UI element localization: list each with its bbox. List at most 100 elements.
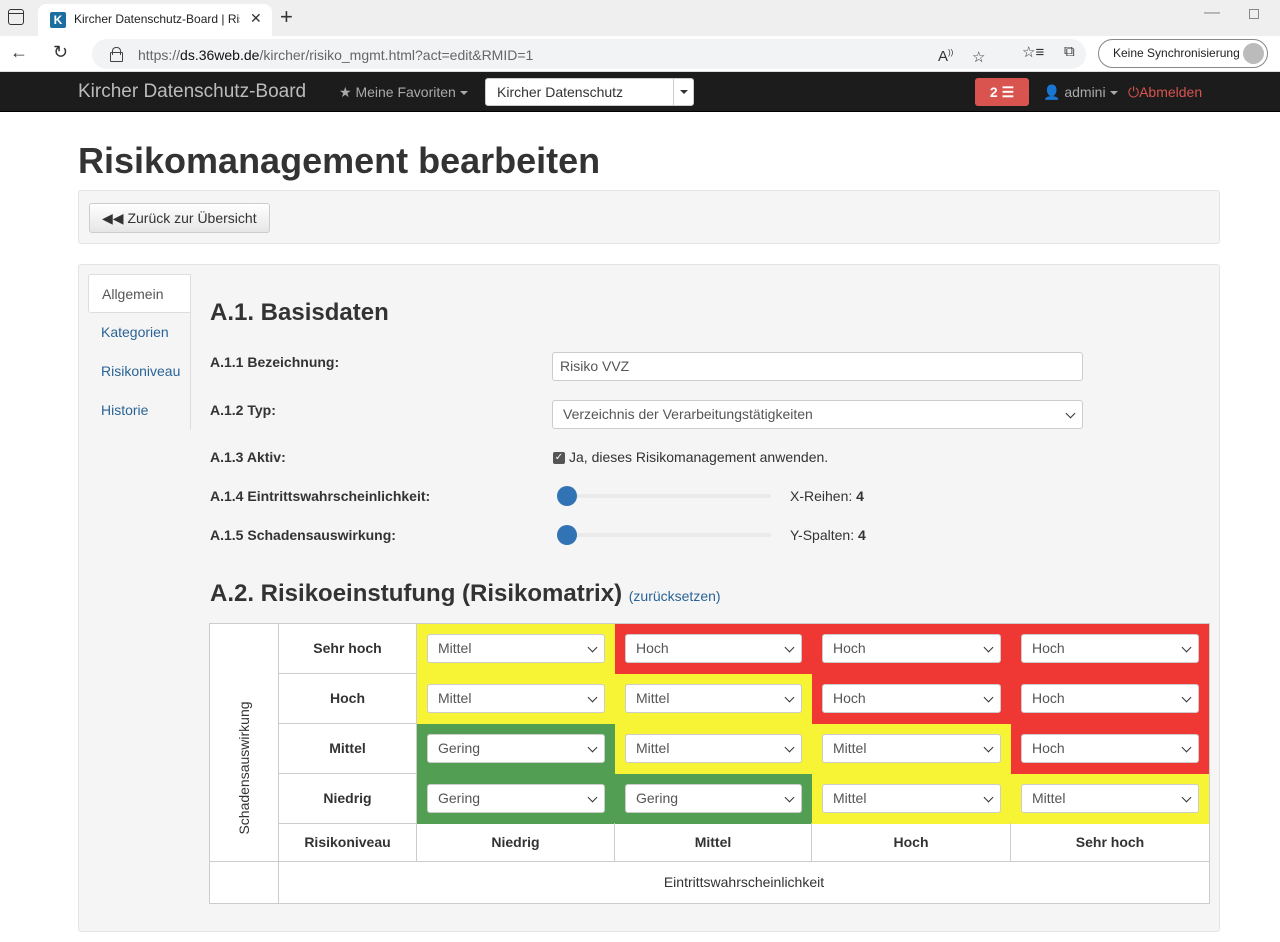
risk-level-select[interactable]: Hoch bbox=[822, 634, 1001, 663]
chevron-down-icon bbox=[1181, 642, 1192, 653]
matrix-row-header: Hoch bbox=[279, 674, 417, 724]
risk-level-value: Hoch bbox=[1032, 640, 1065, 656]
risk-level-select[interactable]: Mittel bbox=[427, 634, 605, 663]
risk-level-select[interactable]: Hoch bbox=[822, 684, 1001, 713]
matrix-col-header: Hoch bbox=[812, 823, 1011, 862]
matrix-cell: Mittel bbox=[1011, 774, 1209, 824]
risk-level-select[interactable]: Hoch bbox=[1021, 684, 1199, 713]
avatar-icon bbox=[1243, 43, 1264, 64]
list-icon: ☰ bbox=[1001, 84, 1015, 100]
chevron-down-icon bbox=[784, 692, 795, 703]
toolbar-well: ◀◀ Zurück zur Übersicht bbox=[78, 190, 1220, 244]
matrix-corner-label: Risikoniveau bbox=[279, 823, 417, 862]
chevron-down-icon bbox=[1181, 692, 1192, 703]
matrix-row-header: Sehr hoch bbox=[279, 624, 417, 674]
risk-level-value: Hoch bbox=[1032, 740, 1065, 756]
back-button[interactable]: ◀◀ Zurück zur Übersicht bbox=[89, 203, 270, 233]
browser-tab-bar: K Kircher Datenschutz-Board | Risiko ✕ +… bbox=[0, 0, 1280, 36]
chevron-down-icon bbox=[1181, 792, 1192, 803]
matrix-cell: Mittel bbox=[812, 774, 1011, 824]
matrix-cell: Hoch bbox=[812, 624, 1011, 674]
aktiv-label: A.1.3 Aktiv: bbox=[210, 449, 286, 465]
matrix-cell: Hoch bbox=[1011, 724, 1209, 774]
schaden-slider-thumb[interactable] bbox=[557, 525, 577, 545]
side-nav-item-historie[interactable]: Historie bbox=[88, 391, 191, 430]
reload-icon[interactable]: ↻ bbox=[53, 42, 68, 63]
risk-level-value: Hoch bbox=[833, 640, 866, 656]
chevron-down-icon bbox=[784, 742, 795, 753]
risk-level-select[interactable]: Hoch bbox=[1021, 734, 1199, 763]
matrix-cell: Mittel bbox=[615, 674, 812, 724]
risk-level-select[interactable]: Hoch bbox=[625, 634, 802, 663]
side-nav-item-allgemein[interactable]: Allgemein bbox=[88, 274, 191, 313]
eintritt-slider-thumb[interactable] bbox=[557, 486, 577, 506]
risk-level-value: Mittel bbox=[1032, 790, 1066, 806]
user-menu[interactable]: 👤 admini bbox=[1043, 84, 1118, 101]
user-icon: 👤 bbox=[1043, 84, 1061, 100]
risk-level-select[interactable]: Gering bbox=[625, 784, 802, 813]
window-icon[interactable] bbox=[8, 9, 24, 25]
aktiv-checkbox-label[interactable]: Ja, dieses Risikomanagement anwenden. bbox=[569, 449, 828, 465]
browser-tab[interactable]: K Kircher Datenschutz-Board | Risiko ✕ bbox=[38, 4, 272, 36]
brand-link[interactable]: Kircher Datenschutz-Board bbox=[78, 81, 306, 103]
risk-level-select[interactable]: Mittel bbox=[822, 784, 1001, 813]
matrix-cell: Gering bbox=[615, 774, 812, 824]
lock-icon[interactable] bbox=[110, 47, 123, 62]
risk-level-value: Hoch bbox=[636, 640, 669, 656]
side-nav-item-risikoniveau[interactable]: Risikoniveau bbox=[88, 352, 191, 391]
plus-icon[interactable]: + bbox=[280, 6, 293, 28]
schaden-slider-track[interactable] bbox=[557, 533, 771, 537]
reset-link[interactable]: (zurücksetzen) bbox=[629, 588, 721, 604]
maximize-icon[interactable] bbox=[1249, 9, 1259, 19]
chevron-down-icon bbox=[1065, 408, 1076, 419]
back-arrow-icon[interactable]: ← bbox=[10, 42, 28, 63]
caret-down-icon bbox=[673, 79, 693, 105]
risk-level-select[interactable]: Gering bbox=[427, 784, 605, 813]
risk-level-select[interactable]: Mittel bbox=[427, 684, 605, 713]
section-heading-matrix: A.2. Risikoeinstufung (Risikomatrix) (zu… bbox=[210, 580, 721, 608]
risk-level-select[interactable]: Gering bbox=[427, 734, 605, 763]
sync-button[interactable]: Keine Synchronisierung bbox=[1098, 39, 1268, 68]
collections-icon[interactable]: ⧉ bbox=[1064, 43, 1075, 60]
favorite-add-icon[interactable]: ☆ bbox=[972, 48, 985, 66]
favorites-menu[interactable]: ★ Meine Favoriten bbox=[339, 84, 468, 101]
minimize-icon[interactable]: — bbox=[1204, 4, 1220, 22]
sync-label: Keine Synchronisierung bbox=[1113, 46, 1240, 60]
chevron-down-icon bbox=[983, 742, 994, 753]
bezeichnung-input[interactable]: Risiko VVZ bbox=[552, 352, 1083, 381]
chevron-down-icon bbox=[983, 692, 994, 703]
url-field[interactable]: https://ds.36web.de/kircher/risiko_mgmt.… bbox=[92, 39, 1086, 69]
typ-select[interactable]: Verzeichnis der Verarbeitungstätigkeiten bbox=[552, 400, 1083, 429]
matrix-cell: Hoch bbox=[1011, 674, 1209, 724]
company-select[interactable]: Kircher Datenschutz bbox=[485, 78, 694, 106]
risk-level-select[interactable]: Mittel bbox=[625, 684, 802, 713]
side-nav-item-kategorien[interactable]: Kategorien bbox=[88, 313, 191, 352]
chevron-down-icon bbox=[587, 692, 598, 703]
risk-level-select[interactable]: Mittel bbox=[625, 734, 802, 763]
user-name: admini bbox=[1064, 84, 1106, 100]
matrix-footer-spacer bbox=[210, 862, 279, 903]
risk-level-value: Hoch bbox=[1032, 690, 1065, 706]
risk-level-select[interactable]: Hoch bbox=[1021, 634, 1199, 663]
eintritt-label: A.1.4 Eintrittswahrscheinlichkeit: bbox=[210, 488, 431, 504]
matrix-cell: Mittel bbox=[615, 724, 812, 774]
section-heading-basisdaten: A.1. Basisdaten bbox=[210, 299, 389, 326]
favorites-icon[interactable]: ☆≡ bbox=[1022, 43, 1044, 61]
star-icon: ★ bbox=[339, 84, 352, 100]
read-aloud-icon[interactable]: A)) bbox=[938, 48, 953, 65]
eintritt-slider-track[interactable] bbox=[557, 494, 771, 498]
logout-link[interactable]: ⏻Abmelden bbox=[1128, 84, 1202, 101]
risk-level-select[interactable]: Mittel bbox=[1021, 784, 1199, 813]
close-icon[interactable]: ✕ bbox=[250, 10, 262, 27]
matrix-cell: Hoch bbox=[812, 674, 1011, 724]
risk-level-select[interactable]: Mittel bbox=[822, 734, 1001, 763]
x-axis-label: Eintrittswahrscheinlichkeit bbox=[663, 874, 825, 890]
risk-level-value: Mittel bbox=[438, 690, 472, 706]
aktiv-checkbox[interactable]: ✓ bbox=[553, 452, 565, 464]
tab-title: Kircher Datenschutz-Board | Risiko bbox=[74, 12, 240, 26]
chevron-down-icon bbox=[587, 792, 598, 803]
chevron-down-icon bbox=[784, 792, 795, 803]
chevron-down-icon bbox=[587, 642, 598, 653]
notification-button[interactable]: 2 ☰ bbox=[975, 78, 1029, 106]
chevron-down-icon bbox=[983, 642, 994, 653]
